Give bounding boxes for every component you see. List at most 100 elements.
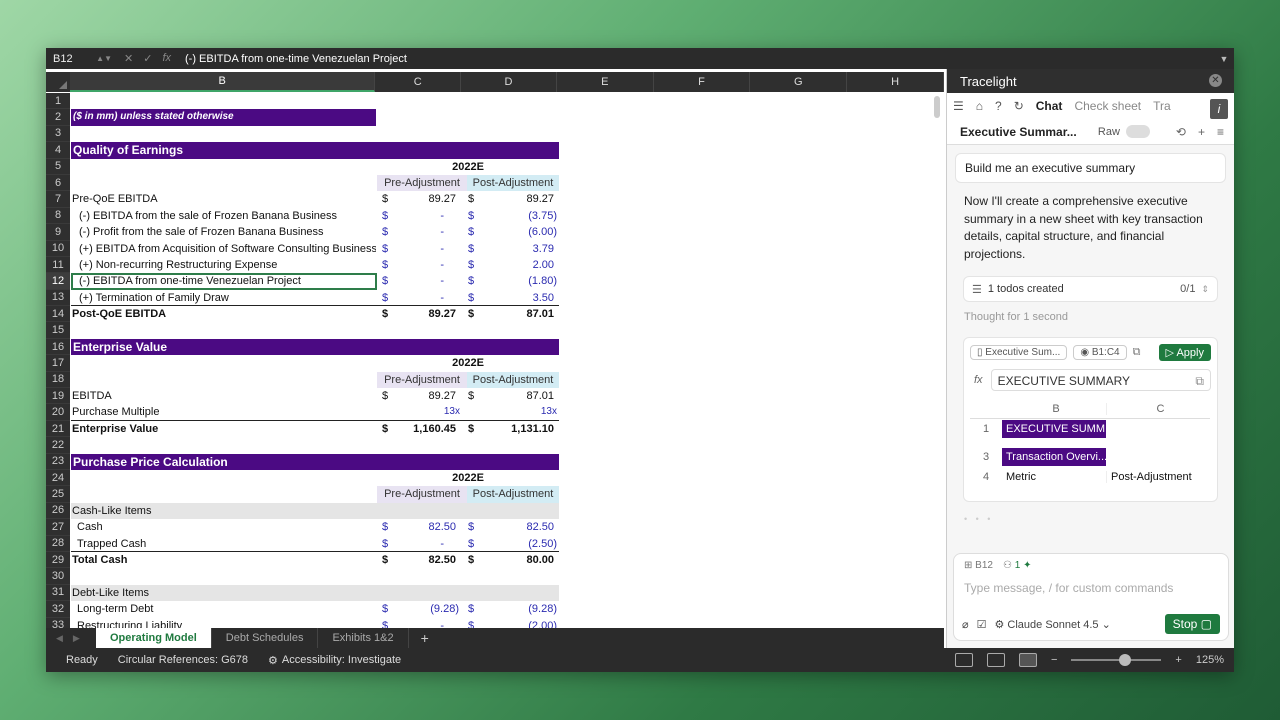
post-value[interactable]: (9.28): [480, 601, 557, 617]
row-number[interactable]: 16: [46, 338, 70, 356]
column-header-h[interactable]: H: [847, 72, 944, 92]
row-number[interactable]: 19: [46, 388, 70, 405]
row-label[interactable]: (+) Non-recurring Restructuring Expense: [79, 257, 376, 273]
page-layout-view-icon[interactable]: [986, 653, 1005, 667]
row-number[interactable]: 32: [46, 601, 70, 618]
expand-formula-icon[interactable]: ▼: [1214, 54, 1234, 64]
row-label[interactable]: (-) Profit from the sale of Frozen Banan…: [79, 224, 376, 240]
history-icon[interactable]: ⟲: [1176, 125, 1186, 139]
subsection-debt-like[interactable]: Debt-Like Items: [71, 584, 559, 602]
row-label[interactable]: Pre-QoE EBITDA: [72, 191, 376, 207]
tab-debt-schedules[interactable]: Debt Schedules: [212, 628, 319, 648]
pre-value[interactable]: 1,160.45: [394, 421, 456, 437]
refresh-icon[interactable]: ↻: [1014, 99, 1024, 113]
row-label[interactable]: (+) Termination of Family Draw: [71, 290, 377, 307]
cancel-icon[interactable]: ✕: [124, 52, 133, 65]
row-number[interactable]: 29: [46, 551, 70, 569]
currency-sign[interactable]: $: [382, 601, 394, 617]
row-number[interactable]: 24: [46, 469, 70, 487]
currency-sign[interactable]: $: [468, 224, 480, 240]
row-number[interactable]: 30: [46, 568, 70, 585]
name-box[interactable]: B12 ▲▼: [46, 53, 116, 65]
spreadsheet-grid[interactable]: B C D E F G H 1 2 ($ in mm) unless state…: [46, 72, 944, 628]
currency-sign[interactable]: $: [468, 388, 480, 404]
pre-value[interactable]: 13x: [377, 404, 467, 421]
post-value[interactable]: 87.01: [480, 306, 554, 322]
row-number[interactable]: 9: [46, 224, 70, 241]
row-number[interactable]: 15: [46, 322, 70, 339]
pre-value[interactable]: -: [394, 536, 444, 552]
row-label[interactable]: Total Cash: [72, 552, 376, 568]
currency-sign[interactable]: $: [468, 241, 480, 257]
function-icon[interactable]: fx: [162, 52, 171, 65]
cell-ref-chip[interactable]: ⊞ B12: [964, 560, 993, 571]
row-label[interactable]: EBITDA: [72, 388, 376, 404]
section-header-qoe[interactable]: Quality of Earnings: [71, 142, 559, 159]
tab-prev-icon[interactable]: ◀: [56, 633, 63, 644]
section-header-ev[interactable]: Enterprise Value: [71, 338, 559, 356]
pre-value[interactable]: -: [394, 224, 444, 240]
pre-value[interactable]: -: [394, 241, 444, 257]
help-icon[interactable]: ?: [995, 99, 1002, 113]
currency-sign[interactable]: $: [468, 552, 480, 568]
post-value[interactable]: 3.50: [480, 290, 554, 306]
zoom-slider-knob[interactable]: [1119, 654, 1132, 666]
zoom-level[interactable]: 125%: [1196, 654, 1224, 666]
row-label[interactable]: Cash: [77, 519, 376, 535]
formula-input[interactable]: (-) EBITDA from one-time Venezuelan Proj…: [179, 53, 1214, 65]
attach-icon[interactable]: ⌀: [962, 618, 969, 631]
currency-sign[interactable]: $: [382, 191, 394, 207]
row-number[interactable]: 1: [46, 93, 70, 110]
currency-sign[interactable]: $: [468, 208, 480, 224]
row-number[interactable]: 26: [46, 502, 70, 520]
row-number[interactable]: 8: [46, 207, 70, 225]
row-number[interactable]: 6: [46, 174, 70, 192]
currency-sign[interactable]: $: [382, 208, 394, 224]
message-composer[interactable]: ⊞ B12 ⚇ 1 ✦ Type message, / for custom c…: [953, 553, 1229, 641]
currency-sign[interactable]: $: [382, 273, 394, 289]
pre-value[interactable]: -: [394, 257, 444, 273]
row-label[interactable]: Trapped Cash: [71, 536, 377, 552]
column-header-g[interactable]: G: [750, 72, 848, 92]
row-number[interactable]: 27: [46, 519, 70, 536]
post-value[interactable]: 80.00: [480, 552, 554, 568]
currency-sign[interactable]: $: [382, 388, 394, 404]
post-value[interactable]: 82.50: [480, 519, 554, 535]
row-label[interactable]: Post-QoE EBITDA: [72, 306, 376, 322]
currency-sign[interactable]: $: [382, 552, 394, 568]
post-value[interactable]: (3.75): [480, 208, 557, 224]
pre-value[interactable]: -: [394, 618, 444, 629]
row-number[interactable]: 2: [46, 109, 70, 126]
tab-chat[interactable]: Chat: [1036, 99, 1063, 113]
checkbox-icon[interactable]: ☑: [977, 618, 987, 631]
tab-check-sheet[interactable]: Check sheet: [1074, 99, 1141, 113]
currency-sign[interactable]: $: [382, 306, 394, 322]
stop-button[interactable]: Stop ▢: [1164, 614, 1220, 634]
post-value[interactable]: 3.79: [480, 241, 554, 257]
units-note[interactable]: ($ in mm) unless stated otherwise: [71, 109, 376, 126]
year-header[interactable]: 2022E: [377, 355, 559, 371]
post-value[interactable]: 1,131.10: [480, 421, 554, 437]
row-number[interactable]: 11: [46, 256, 70, 274]
conversation-title[interactable]: Executive Summar...: [960, 125, 1098, 139]
confirm-icon[interactable]: ✓: [143, 52, 152, 65]
settings-sliders-icon[interactable]: ≡: [1217, 125, 1224, 139]
page-break-view-icon[interactable]: [1018, 653, 1037, 667]
post-adjustment-header[interactable]: Post-Adjustment: [467, 486, 559, 503]
pre-value[interactable]: 82.50: [394, 519, 456, 535]
row-number[interactable]: 7: [46, 191, 70, 208]
post-value[interactable]: (2.00): [480, 618, 557, 629]
tab-trace[interactable]: Tra: [1153, 99, 1171, 113]
status-accessibility[interactable]: Accessibility: Investigate: [282, 654, 401, 666]
row-number[interactable]: 17: [46, 355, 70, 372]
row-label[interactable]: Enterprise Value: [72, 421, 376, 437]
row-number[interactable]: 4: [46, 142, 70, 159]
row-number[interactable]: 12: [46, 273, 70, 290]
close-panel-icon[interactable]: ✕: [1209, 74, 1222, 87]
currency-sign[interactable]: $: [382, 241, 394, 257]
select-all-corner[interactable]: [46, 72, 70, 92]
post-value[interactable]: (1.80): [480, 273, 557, 289]
gift-icon[interactable]: ⌂: [976, 99, 983, 113]
row-label[interactable]: Purchase Multiple: [71, 404, 377, 421]
currency-sign[interactable]: $: [382, 421, 394, 437]
